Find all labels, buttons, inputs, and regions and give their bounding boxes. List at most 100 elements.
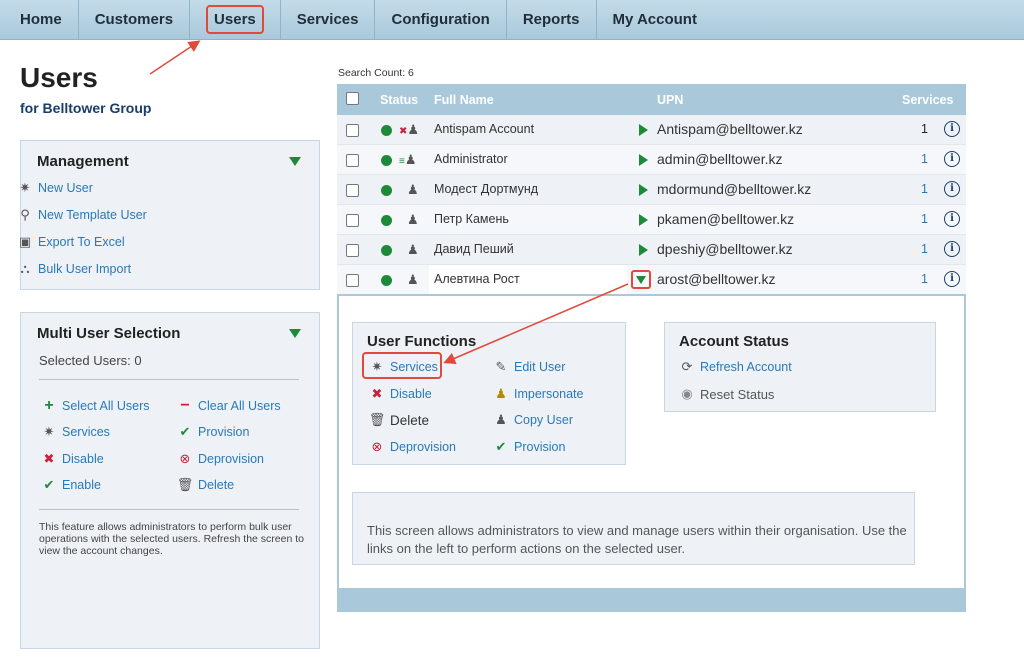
user-full-name[interactable]: Алевтина Рост bbox=[434, 272, 520, 286]
user-icon: ♟ bbox=[407, 272, 419, 287]
multi-title: Multi User Selection bbox=[37, 325, 181, 342]
row-checkbox[interactable] bbox=[346, 124, 359, 137]
wand-icon: ⚲ bbox=[20, 207, 30, 222]
multi-provision-link[interactable]: ✔ Provision bbox=[176, 424, 250, 440]
new-user-link[interactable]: ✷ New User bbox=[20, 180, 93, 196]
multi-enable-link[interactable]: ✔ Enable bbox=[40, 477, 101, 493]
status-active-icon bbox=[381, 185, 392, 196]
chevron-down-icon bbox=[636, 276, 646, 284]
nav-home[interactable]: Home bbox=[0, 0, 79, 40]
help-text: This screen allows administrators to vie… bbox=[367, 523, 907, 556]
info-icon[interactable]: i bbox=[944, 151, 960, 167]
uf-copy-user-link[interactable]: ♟ Copy User bbox=[492, 412, 573, 428]
refresh-account-link[interactable]: ⟳ Refresh Account bbox=[678, 359, 792, 375]
table-row[interactable]: ✖♟ Antispam Account Antispam@belltower.k… bbox=[337, 115, 966, 145]
uf-impersonate-link[interactable]: ♟ Impersonate bbox=[492, 386, 583, 402]
expand-arrow-icon[interactable] bbox=[639, 154, 648, 166]
info-icon[interactable]: i bbox=[944, 271, 960, 287]
x-circle-icon: ⊗ bbox=[179, 451, 191, 466]
services-count[interactable]: 1 bbox=[921, 272, 928, 286]
account-status-title: Account Status bbox=[679, 333, 790, 350]
nav-my-account[interactable]: My Account bbox=[597, 0, 713, 40]
info-icon[interactable]: i bbox=[944, 121, 960, 137]
user-icon: ♟ bbox=[407, 242, 419, 257]
collapse-triangle-icon[interactable] bbox=[289, 329, 301, 338]
info-icon[interactable]: i bbox=[944, 241, 960, 257]
expand-arrow-icon[interactable] bbox=[639, 184, 648, 196]
user-full-name[interactable]: Модест Дортмунд bbox=[434, 182, 538, 196]
nav-configuration[interactable]: Configuration bbox=[375, 0, 507, 40]
row-checkbox[interactable] bbox=[346, 184, 359, 197]
clear-all-users-link[interactable]: − Clear All Users bbox=[176, 397, 280, 415]
info-icon[interactable]: i bbox=[944, 211, 960, 227]
user-upn: arost@belltower.kz bbox=[657, 271, 776, 287]
check-circle-icon: ✔ bbox=[495, 439, 507, 454]
nav-services[interactable]: Services bbox=[281, 0, 376, 40]
user-icon: ♟ bbox=[407, 182, 419, 197]
multi-delete-link[interactable]: 🗑 Delete bbox=[176, 477, 234, 493]
services-count[interactable]: 1 bbox=[921, 182, 928, 196]
nav-reports-label: Reports bbox=[522, 11, 580, 28]
uf-services-link[interactable]: ✷ Services bbox=[368, 359, 438, 375]
collapse-arrow-button[interactable] bbox=[631, 270, 651, 289]
upn-header[interactable]: UPN bbox=[657, 93, 683, 107]
select-all-users-link[interactable]: + Select All Users bbox=[40, 397, 149, 415]
table-row[interactable]: ♟ Петр Камень pkamen@belltower.kz 1 i bbox=[337, 205, 966, 235]
services-count[interactable]: 1 bbox=[921, 152, 928, 166]
table-row[interactable]: ≡♟ Administrator admin@belltower.kz 1 i bbox=[337, 145, 966, 175]
row-checkbox[interactable] bbox=[346, 274, 359, 287]
uf-edit-user-link[interactable]: ✎ Edit User bbox=[492, 359, 566, 375]
expand-arrow-icon[interactable] bbox=[639, 214, 648, 226]
select-all-checkbox[interactable] bbox=[346, 92, 359, 105]
multi-disable-link[interactable]: ✖ Disable bbox=[40, 451, 104, 467]
reset-icon: ◉ bbox=[681, 386, 693, 401]
table-body: ✖♟ Antispam Account Antispam@belltower.k… bbox=[337, 115, 966, 295]
uf-disable-label: Disable bbox=[390, 387, 432, 401]
trash-icon: 🗑 bbox=[368, 412, 386, 427]
info-icon[interactable]: i bbox=[944, 181, 960, 197]
new-template-user-link[interactable]: ⚲ New Template User bbox=[20, 207, 147, 223]
services-count[interactable]: 1 bbox=[921, 242, 928, 256]
bulk-import-link[interactable]: ⛬ Bulk User Import bbox=[20, 261, 131, 277]
nav-customers-label: Customers bbox=[94, 11, 174, 28]
expand-arrow-icon[interactable] bbox=[639, 124, 648, 136]
asterisk-icon: ✷ bbox=[43, 424, 55, 439]
table-row[interactable]: ♟ Модест Дортмунд mdormund@belltower.kz … bbox=[337, 175, 966, 205]
nav-customers[interactable]: Customers bbox=[79, 0, 191, 40]
row-checkbox[interactable] bbox=[346, 244, 359, 257]
x-icon: ✖ bbox=[43, 451, 55, 466]
uf-disable-link[interactable]: ✖ Disable bbox=[368, 386, 432, 402]
row-checkbox[interactable] bbox=[346, 154, 359, 167]
export-excel-link[interactable]: ▣ Export To Excel bbox=[19, 234, 125, 250]
user-icon: ♟ bbox=[407, 212, 419, 227]
multi-services-link[interactable]: ✷ Services bbox=[40, 424, 110, 440]
minus-icon: − bbox=[180, 397, 190, 414]
uf-delete-link[interactable]: 🗑 Delete bbox=[368, 412, 429, 428]
user-full-name[interactable]: Antispam Account bbox=[434, 122, 534, 136]
table-row[interactable]: ♟ Давид Пеший dpeshiy@belltower.kz 1 i bbox=[337, 235, 966, 265]
row-checkbox[interactable] bbox=[346, 214, 359, 227]
x-icon: ✖ bbox=[371, 386, 383, 401]
help-text-box: This screen allows administrators to vie… bbox=[352, 492, 915, 565]
multi-note: This feature allows administrators to pe… bbox=[39, 521, 304, 557]
collapse-triangle-icon[interactable] bbox=[289, 157, 301, 166]
multi-deprovision-link[interactable]: ⊗ Deprovision bbox=[176, 451, 264, 467]
uf-provision-link[interactable]: ✔ Provision bbox=[492, 439, 566, 455]
multi-disable-label: Disable bbox=[62, 452, 104, 466]
services-count[interactable]: 1 bbox=[921, 212, 928, 226]
uf-deprovision-link[interactable]: ⊗ Deprovision bbox=[368, 439, 456, 455]
nav-users[interactable]: Users bbox=[190, 0, 281, 40]
export-excel-label: Export To Excel bbox=[38, 235, 125, 249]
expand-arrow-icon[interactable] bbox=[639, 244, 648, 256]
services-header: Services bbox=[902, 93, 954, 107]
full-name-header[interactable]: Full Name bbox=[434, 93, 494, 107]
multi-provision-label: Provision bbox=[198, 425, 250, 439]
refresh-account-label: Refresh Account bbox=[700, 360, 792, 374]
user-full-name[interactable]: Давид Пеший bbox=[434, 242, 514, 256]
user-full-name[interactable]: Петр Камень bbox=[434, 212, 509, 226]
user-full-name[interactable]: Administrator bbox=[434, 152, 508, 166]
nav-reports[interactable]: Reports bbox=[507, 0, 597, 40]
table-row-selected[interactable]: ♟ Алевтина Рост arost@belltower.kz 1 i bbox=[337, 265, 966, 295]
uf-provision-label: Provision bbox=[514, 440, 566, 454]
users-group-icon: ⛬ bbox=[20, 261, 30, 276]
